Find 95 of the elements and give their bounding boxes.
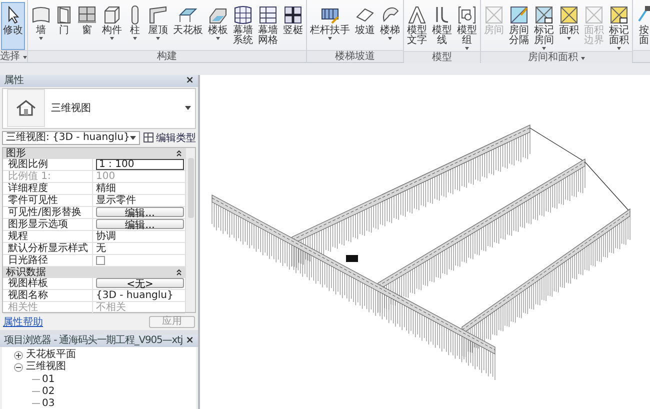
ribbon-tool-button[interactable]: 柱 — [125, 2, 145, 50]
house-icon — [15, 98, 37, 118]
wall-icon — [31, 5, 51, 25]
cube-icon — [102, 5, 122, 25]
collapse-icon — [176, 268, 182, 276]
ribbon-tool-button[interactable]: 模型 文字 — [405, 2, 429, 51]
column-icon — [130, 5, 140, 25]
room-separator-icon — [509, 5, 529, 25]
property-label: 日光路径 — [3, 254, 93, 266]
property-label: 可见性/图形替换 — [3, 206, 93, 218]
ribbon-tool-button[interactable]: 窗 — [75, 2, 99, 50]
property-label: 视图比例 — [3, 158, 93, 170]
grid-icon — [143, 132, 154, 143]
roof-icon — [148, 5, 168, 25]
cursor-icon — [6, 6, 20, 24]
property-label: 默认分析显示样式 — [3, 242, 93, 254]
ribbon-tool-button[interactable]: 修改 — [1, 2, 25, 50]
edit-button[interactable]: 编辑... — [96, 207, 184, 217]
tree-item[interactable]: 三维视图 — [26, 361, 66, 373]
ribbon-tool-button[interactable]: 坡道 — [353, 2, 377, 50]
type-name: 三维视图 — [51, 102, 92, 116]
close-button[interactable]: × — [186, 335, 194, 347]
ribbon-tool-button[interactable]: 竖梃 — [281, 2, 305, 50]
close-button[interactable]: × — [186, 75, 194, 87]
ribbon-tool-button[interactable]: 楼板 — [206, 2, 230, 50]
tree-item[interactable]: 01 — [42, 374, 55, 384]
ribbon-tool-button[interactable]: 楼梯 — [378, 2, 402, 50]
ribbon-tool-button[interactable]: 标记 房间 — [532, 2, 556, 51]
line-icon — [434, 5, 450, 25]
checkbox[interactable] — [96, 256, 105, 264]
panel-label[interactable]: 选择 — [0, 51, 20, 62]
property-label: 视图名称 — [3, 290, 93, 300]
property-value: 协调 — [96, 230, 116, 242]
panel-label[interactable]: 房间和面积 — [528, 52, 578, 63]
stair-icon — [380, 5, 400, 25]
help-link[interactable]: 属性帮助 — [3, 314, 43, 328]
property-label: 规程 — [3, 230, 93, 242]
property-label: 图形显示选项 — [3, 218, 93, 230]
property-value: 不相关 — [96, 302, 126, 312]
property-label: 比例值 1: — [3, 170, 93, 182]
property-label: 详细程度 — [3, 182, 93, 194]
property-label: 视图样板 — [3, 278, 93, 288]
panel-label: 构建 — [157, 51, 177, 62]
ribbon-tool-button[interactable]: 构件 — [100, 2, 124, 50]
property-label: 相关性 — [3, 302, 93, 312]
room-tag-icon — [534, 5, 554, 25]
ribbon-tool-button[interactable]: 天花板 — [171, 2, 205, 50]
room-icon — [484, 5, 504, 25]
panel-title: 属性 — [4, 75, 24, 87]
caret-icon[interactable] — [581, 56, 585, 60]
ribbon-tool-button[interactable]: 模型 线 — [430, 2, 454, 51]
section-header[interactable]: 标识数据 — [3, 266, 185, 278]
tree-item[interactable]: 02 — [42, 386, 55, 396]
view-dropdown[interactable]: 三维视图: {3D - huanglu} — [2, 130, 140, 144]
group-icon — [457, 5, 477, 25]
edit-button[interactable]: <无> — [96, 278, 184, 288]
ribbon-tool-button[interactable]: 栏杆扶手 — [308, 2, 352, 50]
ribbon-tool-button[interactable]: 房间 分隔 — [507, 2, 531, 51]
curtain-wall-icon — [233, 5, 253, 25]
mullion-icon — [283, 5, 303, 25]
door-icon — [56, 5, 72, 25]
room-icon — [584, 5, 604, 25]
room-tag-icon — [609, 5, 629, 25]
tree-item[interactable]: 天花板平面 — [26, 349, 76, 361]
property-label: 零件可见性 — [3, 194, 93, 206]
property-value: 精细 — [96, 182, 116, 194]
ribbon-tool-button[interactable]: 面积 — [557, 2, 581, 51]
property-value: 显示零件 — [96, 194, 136, 206]
property-value: 100 — [96, 170, 116, 182]
ribbon-tool-button[interactable]: 按 面 — [634, 2, 650, 50]
property-value: {3D - huanglu} — [96, 290, 174, 300]
panel-title: 项目浏览器 - 通海码头一期工程_V905—xtj — [4, 335, 183, 347]
dropdown-caret-icon — [185, 106, 191, 110]
type-selector[interactable]: 三维视图 — [2, 88, 196, 128]
panel-label: 楼梯坡道 — [335, 51, 375, 62]
tree-item[interactable]: 03 — [42, 398, 55, 408]
expand-icon[interactable] — [14, 350, 23, 360]
room-icon — [559, 5, 579, 25]
edit-button[interactable]: 编辑... — [96, 219, 184, 229]
ribbon-tool-button[interactable]: 门 — [54, 2, 74, 50]
window-icon — [77, 5, 97, 25]
grid-icon — [258, 5, 278, 25]
ribbon-tool-button[interactable]: 屋顶 — [146, 2, 170, 50]
letter-shape-icon — [407, 5, 427, 25]
edit-type-button[interactable]: 编辑类型 — [143, 130, 196, 144]
ribbon-tool-button[interactable]: 墙 — [29, 2, 53, 50]
collapse-icon — [176, 150, 182, 156]
scrollbar[interactable] — [185, 148, 195, 312]
ribbon-tool-button[interactable]: 幕墙 网格 — [256, 2, 280, 50]
panel-label: 模型 — [432, 52, 452, 63]
section-header[interactable]: 图形 — [3, 148, 185, 158]
scale-field[interactable]: 1 : 100 — [96, 158, 184, 170]
property-value: 无 — [96, 242, 106, 254]
ribbon-tool-button[interactable]: 幕墙 系统 — [231, 2, 255, 50]
collapse-icon[interactable] — [14, 362, 23, 372]
